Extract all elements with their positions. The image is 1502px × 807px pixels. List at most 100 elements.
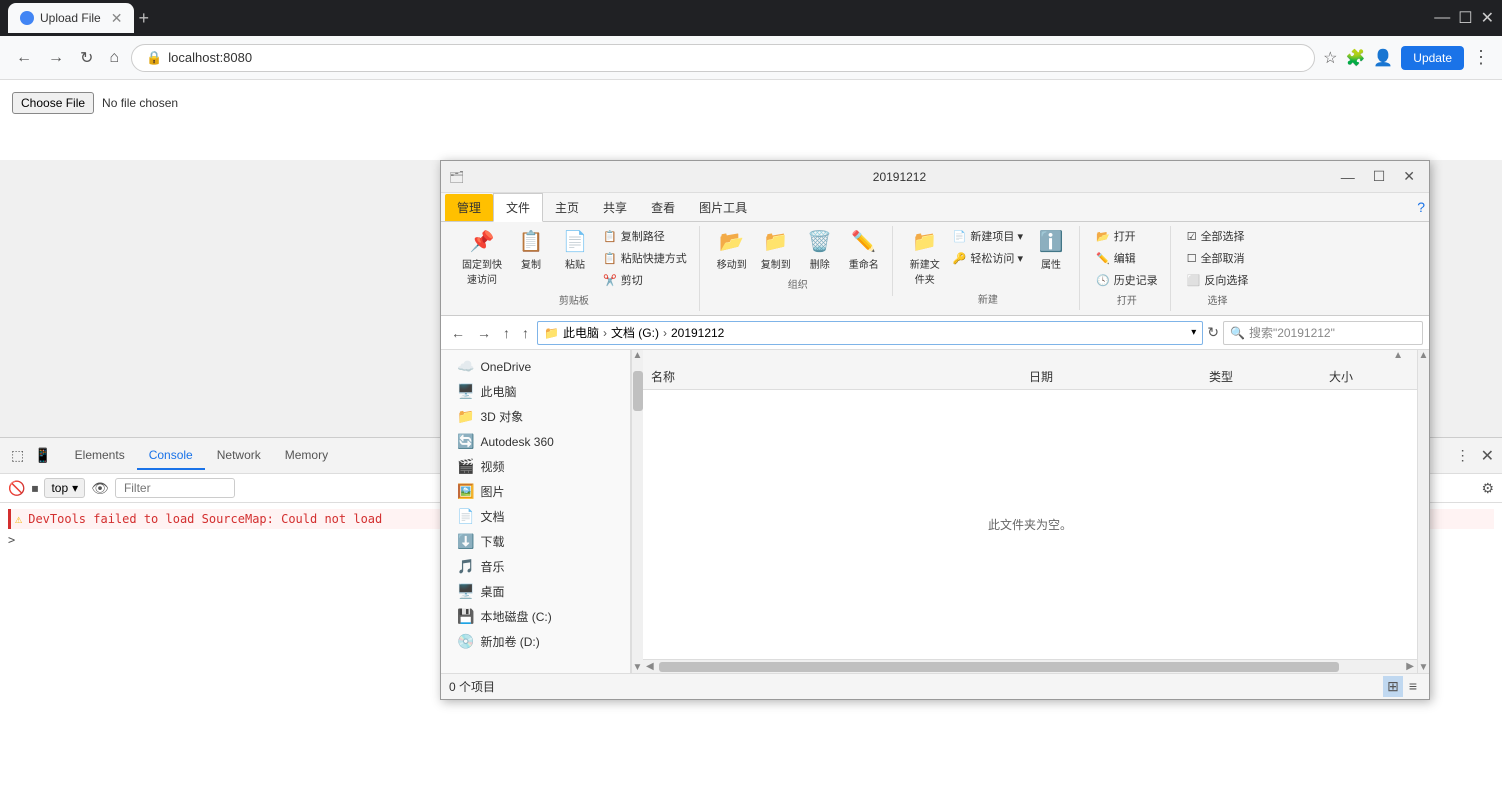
rename-btn[interactable]: ✏️ 重命名 (844, 226, 884, 274)
sidebar-scroll-up[interactable]: ▲ (632, 350, 643, 361)
extensions-icon[interactable]: 🧩 (1345, 48, 1365, 68)
paste-btn[interactable]: 📄 粘贴 (555, 226, 595, 290)
sidebar-item-video[interactable]: 🎬 视频 (441, 454, 630, 479)
sidebar-item-music[interactable]: 🎵 音乐 (441, 554, 630, 579)
cut-btn[interactable]: ✂️ 剪切 (599, 270, 691, 290)
content-scroll-down[interactable]: ▼ (1418, 662, 1429, 673)
sidebar-item-desktop[interactable]: 🖥️ 桌面 (441, 579, 630, 604)
console-clear-icon[interactable]: 🚫 (8, 480, 25, 497)
new-tab-btn[interactable]: + (138, 8, 149, 29)
ribbon-tab-gongxiang[interactable]: 共享 (591, 194, 639, 221)
edit-btn[interactable]: ✏️ 编辑 (1092, 248, 1162, 268)
devtools-device-icon[interactable]: 📱 (31, 444, 54, 467)
ribbon-tab-chakan[interactable]: 查看 (639, 194, 687, 221)
col-header-date[interactable]: 日期 (1029, 368, 1209, 385)
fe-up2-btn[interactable]: ↑ (518, 323, 533, 343)
account-icon[interactable]: 👤 (1373, 48, 1393, 68)
tab-network[interactable]: Network (205, 442, 273, 470)
hscroll-left[interactable]: ◀ (643, 661, 657, 672)
console-eye-icon[interactable]: 👁 (91, 480, 109, 497)
choose-file-button[interactable]: Choose File (12, 92, 94, 114)
maximize-btn[interactable]: ☐ (1458, 8, 1472, 28)
fe-forward-btn[interactable]: → (473, 323, 495, 343)
sidebar-item-autodesk[interactable]: 🔄 Autodesk 360 (441, 429, 630, 454)
path-dropdown-icon[interactable]: ▾ (1191, 327, 1196, 338)
ribbon-tab-zhuye[interactable]: 主页 (543, 194, 591, 221)
reload-btn[interactable]: ↻ (76, 44, 97, 72)
ribbon-help-icon[interactable]: ? (1417, 199, 1425, 215)
console-settings-icon[interactable]: ⚙ (1481, 480, 1494, 497)
sidebar-scroll-down[interactable]: ▼ (632, 662, 643, 673)
tab-close-btn[interactable]: ✕ (111, 10, 123, 27)
forward-btn[interactable]: → (44, 45, 68, 71)
hscroll-thumb[interactable] (659, 662, 1339, 672)
sidebar-item-cdrive[interactable]: 💾 本地磁盘 (C:) (441, 604, 630, 629)
properties-btn[interactable]: ℹ️ 属性 (1031, 226, 1071, 289)
col-header-size[interactable]: 大小 (1329, 368, 1409, 385)
copy-btn[interactable]: 📋 复制 (511, 226, 551, 290)
copy-to-btn[interactable]: 📁 复制到 (756, 226, 796, 274)
update-button[interactable]: Update (1401, 46, 1464, 70)
fe-path-bar[interactable]: 📁 此电脑 › 文档 (G:) › 20191212 ▾ (537, 321, 1203, 345)
address-bar[interactable]: 🔒 localhost:8080 (131, 44, 1315, 72)
copy-path-btn[interactable]: 📋 复制路径 (599, 226, 691, 246)
context-selector[interactable]: top ▾ (44, 478, 85, 498)
fe-maximize-btn[interactable]: ☐ (1367, 166, 1392, 187)
browser-menu-icon[interactable]: ⋮ (1472, 47, 1490, 68)
sidebar-item-onedrive[interactable]: ☁️ OneDrive (441, 354, 630, 379)
fe-refresh-btn[interactable]: ↻ (1207, 324, 1219, 341)
content-hscrollbar[interactable]: ◀ ▶ (643, 659, 1417, 673)
sidebar-item-thispc[interactable]: 🖥️ 此电脑 (441, 379, 630, 404)
devtools-close-btn[interactable]: ✕ (1481, 446, 1494, 466)
col-header-name[interactable]: 名称 (651, 368, 1029, 385)
ribbon-tab-wenjian[interactable]: 文件 (493, 193, 543, 222)
ribbon-tab-tupian[interactable]: 图片工具 (687, 194, 759, 221)
sidebar-item-docs[interactable]: 📄 文档 (441, 504, 630, 529)
easy-access-icon: 🔑 (953, 252, 967, 265)
home-btn[interactable]: ⌂ (105, 45, 123, 71)
paste-shortcut-btn[interactable]: 📋 粘贴快捷方式 (599, 248, 691, 268)
back-btn[interactable]: ← (12, 45, 36, 71)
hscroll-right[interactable]: ▶ (1403, 661, 1417, 672)
history-btn[interactable]: 🕓 历史记录 (1092, 270, 1162, 290)
devtools-more-icon[interactable]: ⋮ (1453, 444, 1473, 467)
sidebar-item-ddrive[interactable]: 💿 新加卷 (D:) (441, 629, 630, 654)
close-btn[interactable]: ✕ (1481, 8, 1494, 28)
select-all-btn[interactable]: ☑ 全部选择 (1183, 226, 1253, 246)
tab-memory[interactable]: Memory (273, 442, 340, 470)
minimize-btn[interactable]: — (1434, 9, 1450, 27)
fe-addressbar: ← → ↑ ↑ 📁 此电脑 › 文档 (G:) › 20191212 ▾ ↻ 🔍… (441, 316, 1429, 350)
new-item-btn[interactable]: 📄 新建项目 ▾ (949, 226, 1027, 246)
content-vscrollbar[interactable]: ▲ ▼ (1417, 350, 1429, 673)
bookmark-star-icon[interactable]: ☆ (1323, 48, 1337, 68)
select-none-btn[interactable]: ☐ 全部取消 (1183, 248, 1253, 268)
devtools-inspect-icon[interactable]: ⬚ (8, 444, 27, 467)
delete-btn[interactable]: 🗑️ 删除 (800, 226, 840, 274)
fe-search-bar[interactable]: 🔍 搜索"20191212" (1223, 321, 1423, 345)
console-stop-icon[interactable]: ⏹ (31, 480, 38, 497)
active-tab[interactable]: Upload File ✕ (8, 3, 134, 33)
sidebar-item-pictures[interactable]: 🖼️ 图片 (441, 479, 630, 504)
move-to-btn[interactable]: 📂 移动到 (712, 226, 752, 274)
sidebar-scroll-thumb[interactable] (633, 371, 643, 411)
sidebar-item-downloads[interactable]: ⬇️ 下载 (441, 529, 630, 554)
ribbon-tab-management[interactable]: 管理 (445, 194, 493, 221)
fe-minimize-btn[interactable]: — (1335, 166, 1361, 187)
sidebar-scrollbar[interactable]: ▲ ▼ (631, 350, 643, 673)
content-scroll-up[interactable]: ▲ (1418, 350, 1429, 361)
pin-quick-access-btn[interactable]: 📌 固定到快速访问 (457, 226, 507, 290)
view-list-btn[interactable]: ≡ (1405, 676, 1421, 697)
tab-console[interactable]: Console (137, 442, 205, 470)
console-filter-input[interactable] (115, 478, 235, 498)
open-btn[interactable]: 📂 打开 (1092, 226, 1162, 246)
tab-elements[interactable]: Elements (63, 442, 137, 470)
view-details-btn[interactable]: ⊞ (1383, 676, 1403, 697)
sidebar-item-3dobj[interactable]: 📁 3D 对象 (441, 404, 630, 429)
easy-access-btn[interactable]: 🔑 轻松访问 ▾ (949, 248, 1027, 268)
fe-up-btn[interactable]: ↑ (499, 323, 514, 343)
col-header-type[interactable]: 类型 (1209, 368, 1329, 385)
invert-selection-btn[interactable]: ⬜ 反向选择 (1183, 270, 1253, 290)
new-folder-btn[interactable]: 📁 新建文件夹 (905, 226, 945, 289)
fe-back-btn[interactable]: ← (447, 323, 469, 343)
fe-close-btn[interactable]: ✕ (1397, 166, 1421, 187)
